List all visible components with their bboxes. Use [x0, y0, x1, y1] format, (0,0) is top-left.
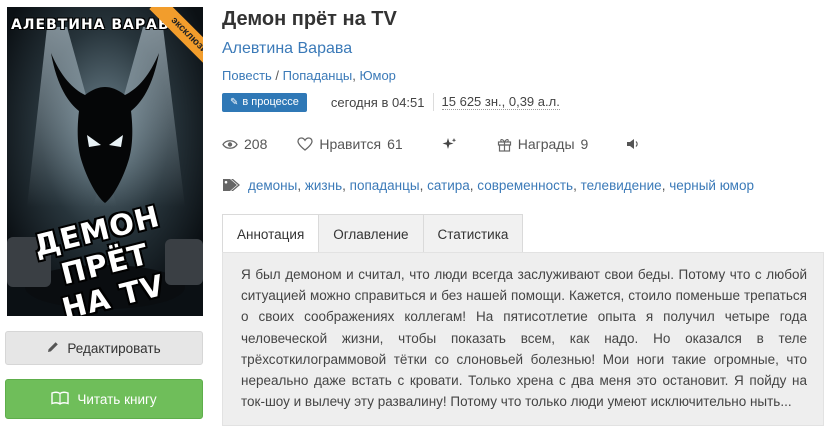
genre-link-novella[interactable]: Повесть [222, 68, 272, 83]
eye-icon [222, 139, 238, 149]
status-row: ✎ в процессе сегодня в 04:51 15 625 зн.,… [222, 92, 560, 112]
status-badge-label: в процессе [242, 95, 299, 108]
last-updated: сегодня в 04:51 [330, 94, 425, 110]
read-button-label: Читать книгу [77, 391, 157, 407]
book-title: Демон прёт на TV [222, 8, 397, 30]
tags-icon [223, 179, 240, 191]
exclusive-ribbon: эксклюзив [133, 7, 203, 77]
sparkles-button[interactable] [441, 137, 463, 151]
gift-icon [497, 138, 511, 152]
genre-link[interactable]: Попаданцы [283, 68, 353, 83]
pencil-icon: ✎ [230, 96, 239, 108]
tags-list: демоны, жизнь, попаданцы, сатира, соврем… [248, 178, 754, 193]
exclusive-ribbon-label: эксклюзив [149, 7, 203, 77]
tag-separator: , [297, 177, 305, 193]
tag-link[interactable]: черный юмор [669, 178, 754, 193]
tag-link[interactable]: сатира [427, 178, 470, 193]
genre-link[interactable]: Юмор [360, 68, 396, 83]
author-link[interactable]: Алевтина Варава [222, 40, 352, 58]
book-size[interactable]: 15 625 зн., 0,39 а.л. [441, 94, 560, 110]
genres-line: Повесть / Попаданцы, Юмор [222, 68, 396, 83]
genre-comma: , [352, 68, 360, 83]
edit-button[interactable]: Редактировать [5, 331, 203, 365]
tag-link[interactable]: попаданцы [350, 178, 420, 193]
tag-link[interactable]: жизнь [305, 178, 342, 193]
heart-icon [297, 137, 314, 151]
tags-row: демоны, жизнь, попаданцы, сатира, соврем… [222, 176, 754, 194]
tab-contents[interactable]: Оглавление [319, 214, 424, 253]
annotation-text: Я был демоном и считал, что люди всегда … [241, 267, 807, 410]
read-book-button[interactable]: Читать книгу [5, 379, 203, 419]
tab-annotation[interactable]: Аннотация [222, 214, 320, 254]
book-icon [51, 391, 70, 408]
likes-count: 61 [387, 136, 403, 152]
tag-link[interactable]: демоны [248, 178, 297, 193]
sparkles-icon [442, 138, 456, 149]
tab-statistics[interactable]: Статистика [423, 214, 524, 253]
like-button[interactable]: Нравится 61 [297, 136, 403, 152]
speaker-icon [627, 139, 639, 149]
stats-row: 208 Нравится 61 Награды 9 [222, 135, 646, 153]
audio-button[interactable] [626, 138, 646, 150]
status-badge: ✎ в процессе [222, 92, 307, 112]
awards-count: 9 [580, 136, 589, 152]
book-cover[interactable]: АЛЕВТИНА ВАРАВА ДЕМОН ПРЁТ НА TV эксклюз… [7, 7, 203, 316]
pencil-icon [47, 341, 59, 356]
awards-label: Награды [517, 136, 575, 152]
annotation-panel: Я был демоном и считал, что люди всегда … [222, 252, 824, 426]
tag-link[interactable]: современность [477, 178, 573, 193]
edit-button-label: Редактировать [67, 340, 161, 356]
tag-separator: , [342, 177, 350, 193]
tag-separator: , [419, 177, 428, 193]
likes-label: Нравится [319, 136, 382, 152]
book-tabs: Аннотация Оглавление Статистика [222, 214, 524, 254]
views-count: 208 [244, 136, 268, 152]
divider [432, 93, 434, 111]
views-stat: 208 [222, 136, 267, 152]
awards-button[interactable]: Награды 9 [497, 136, 589, 152]
genre-separator: / [271, 68, 283, 83]
tag-link[interactable]: телевидение [581, 178, 662, 193]
tag-separator: , [573, 177, 581, 193]
